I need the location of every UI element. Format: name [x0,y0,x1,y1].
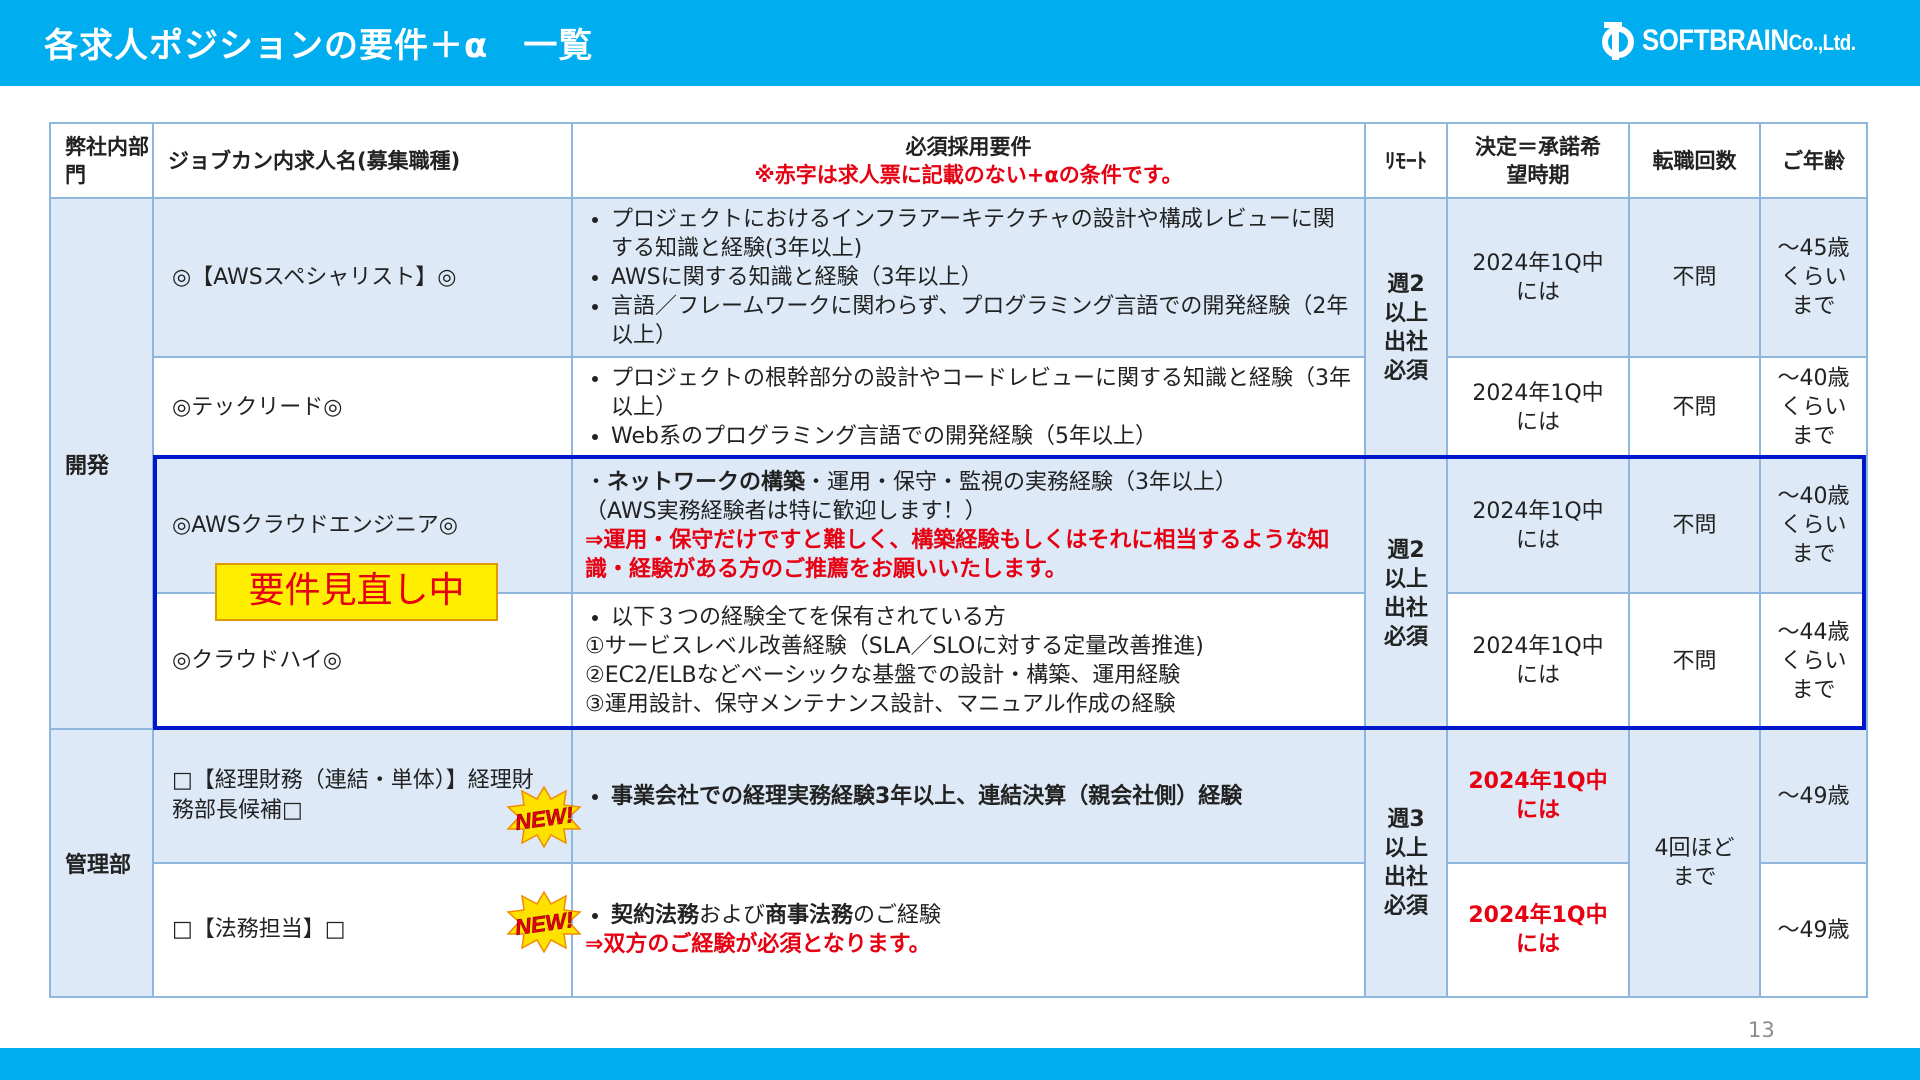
age-limit: ～40歳くらいまで [1759,457,1868,594]
age-limit: ～44歳くらいまで [1759,592,1868,730]
new-badge-icon: NEW! [506,890,582,954]
header-dept: 弊社内部門 [49,122,154,199]
logo-text: SOFTBRAINCo.,Ltd. [1642,24,1856,57]
requirements: プロジェクトの根幹部分の設計やコードレビューに関する知識と経験（3年以上） We… [571,356,1366,459]
under-review-badge: 要件見直し中 [215,563,498,621]
header-requirements-title: 必須採用要件 [905,134,1032,159]
age-limit: ～49歳 [1759,862,1868,998]
requirements: 事業会社での経理実務経験3年以上、連結決算（親会社側）経験 [571,728,1366,864]
dept-dev: 開発 [49,197,154,730]
remote-policy: 週3以上出社必須 [1364,728,1448,998]
requirements: プロジェクトにおけるインフラアーキテクチャの設計や構成レビューに関する知識と経験… [571,197,1366,358]
requirements: 以下３つの経験全てを保有されている方 ①サービスレベル改善経験（SLA／SLOに… [571,592,1366,730]
hire-timing: 2024年1Q中には [1446,862,1630,998]
requirement-note-red: ⇒双方のご経験が必須となります。 [585,932,931,957]
table-row: 管理部 □【経理財務（連結・単体）】経理財務部長候補□ 事業会社での経理実務経験… [49,728,1868,998]
table-row: □【法務担当】□ 契約法務および商事法務のご経験 ⇒双方のご経験が必須となります… [50,862,1868,998]
job-name: ◎テックリード◎ [152,356,573,459]
requirement-line: ②EC2/ELBなどベーシックな基盤での設計・構築、運用経験 [585,663,1181,688]
requirement-item: プロジェクトの根幹部分の設計やコードレビューに関する知識と経験（3年以上） [611,364,1354,422]
requirement-line: ・ネットワークの構築・運用・保守・監視の実務経験（3年以上） [585,469,1238,495]
age-limit: ～40歳くらいまで [1759,356,1868,459]
header-job-changes: 転職回数 [1628,122,1761,199]
new-badge-icon: NEW! [506,785,582,849]
hire-timing: 2024年1Q中には [1446,197,1630,358]
hire-timing: 2024年1Q中には [1446,457,1630,594]
hire-timing: 2024年1Q中には [1446,356,1630,459]
age-limit: ～45歳くらいまで [1759,197,1868,358]
requirement-item: 契約法務および商事法務のご経験 [611,901,1354,930]
age-limit: ～49歳 [1759,728,1868,864]
header-requirements: 必須採用要件 ※赤字は求人票に記載のない+αの条件です。 [571,122,1366,199]
remote-policy: 週2以上出社必須 [1364,197,1448,459]
requirement-item: AWSに関する知識と経験（3年以上） [611,263,1354,292]
job-changes: 不問 [1628,197,1761,358]
job-name: ◎【AWSスペシャリスト】◎ [152,197,573,358]
header-age: ご年齢 [1759,122,1868,199]
requirement-line: （AWS実務経験者は特に歓迎します！） [585,498,987,524]
requirements: ・ネットワークの構築・運用・保守・監視の実務経験（3年以上） （AWS実務経験者… [571,457,1366,594]
job-changes: 不問 [1628,356,1761,459]
requirement-item: 言語／フレームワークに関わらず、プログラミング言語での開発経験（2年以上） [611,292,1354,350]
requirement-line: ③運用設計、保守メンテナンス設計、マニュアル作成の経験 [585,692,1176,717]
requirement-item: 以下３つの経験全てを保有されている方 [611,603,1354,632]
job-changes: 不問 [1628,592,1761,730]
page-title: 各求人ポジションの要件＋α 一覧 [44,26,594,66]
remote-policy: 週2以上出社必須 [1364,457,1448,730]
header-requirements-note: ※赤字は求人票に記載のない+αの条件です。 [754,162,1183,187]
page-number: 13 [1748,1018,1775,1042]
table-row: 開発 ◎【AWSスペシャリスト】◎ プロジェクトにおけるインフラアーキテクチャの… [49,197,1868,730]
header-remote: ﾘﾓｰﾄ [1364,122,1448,199]
requirement-item: Web系のプログラミング言語での開発経験（5年以上） [611,422,1354,451]
requirements-table: 弊社内部門 ジョブカン内求人名(募集職種) 必須採用要件 ※赤字は求人票に記載の… [49,122,1868,998]
requirements: 契約法務および商事法務のご経験 ⇒双方のご経験が必須となります。 [571,862,1366,998]
job-changes: 4回ほどまで [1628,728,1761,998]
header-timing: 決定＝承諾希望時期 [1446,122,1630,199]
dept-admin: 管理部 [49,728,154,998]
requirement-item: プロジェクトにおけるインフラアーキテクチャの設計や構成レビューに関する知識と経験… [611,205,1354,263]
company-logo: SOFTBRAINCo.,Ltd. [1598,16,1890,66]
requirement-line: ①サービスレベル改善経験（SLA／SLOに対する定量改善推進) [585,634,1204,659]
footer-bar [0,1048,1920,1080]
header-job: ジョブカン内求人名(募集職種) [152,122,573,199]
hire-timing: 2024年1Q中には [1446,728,1630,864]
hire-timing: 2024年1Q中には [1446,592,1630,730]
softbrain-logo-icon [1598,18,1638,64]
job-changes: 不問 [1628,457,1761,594]
requirement-note-red: ⇒運用・保守だけですと難しく、構築経験もしくはそれに相当するような知識・経験があ… [585,527,1330,582]
table-row: ◎テックリード◎ プロジェクトの根幹部分の設計やコードレビューに関する知識と経験… [50,356,1868,459]
table-header-row: 弊社内部門 ジョブカン内求人名(募集職種) 必須採用要件 ※赤字は求人票に記載の… [49,122,1868,199]
requirement-item: 事業会社での経理実務経験3年以上、連結決算（親会社側）経験 [611,782,1354,811]
